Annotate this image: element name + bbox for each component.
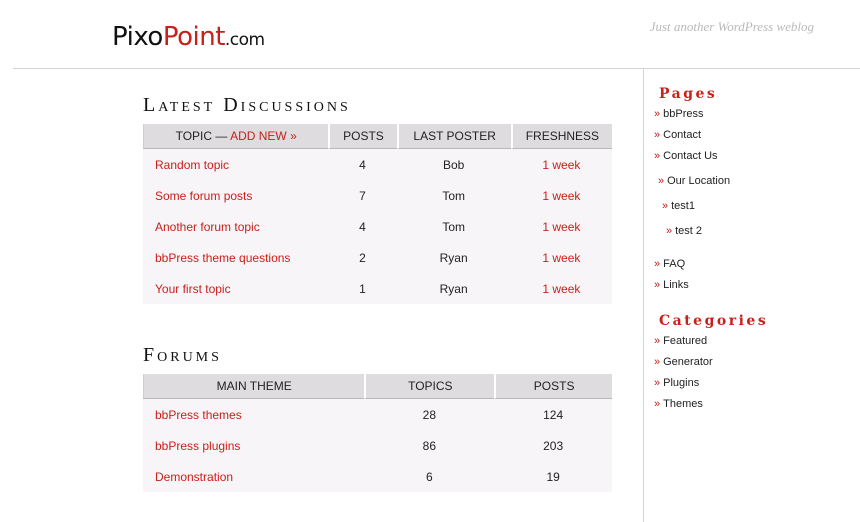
- posts-count: 7: [359, 188, 366, 203]
- last-poster: Bob: [442, 157, 465, 172]
- topic-link[interactable]: Another forum topic: [143, 211, 328, 242]
- logo-point: Point: [162, 22, 226, 52]
- table-row: bbPress plugins 86 203: [143, 430, 612, 461]
- col-topic-header: Topic — Add New »: [143, 124, 329, 149]
- logo-pixo: Pixo: [112, 22, 163, 52]
- col-posts-header: Posts: [328, 124, 397, 149]
- posts-count: 1: [359, 281, 366, 296]
- site-logo[interactable]: PixoPoint.com: [112, 22, 265, 52]
- site-tagline: Just another WordPress weblog: [649, 19, 814, 34]
- posts-count: 4: [359, 219, 366, 234]
- sidebar-item-themes[interactable]: » Themes: [654, 398, 703, 410]
- col-freshness-header: Freshness: [510, 124, 612, 149]
- forum-link[interactable]: bbPress plugins: [143, 430, 364, 461]
- add-new-link[interactable]: Add New »: [230, 129, 297, 143]
- latest-discussions-title: Latest Discussions: [143, 94, 351, 116]
- last-poster: Ryan: [439, 281, 468, 296]
- last-poster: Tom: [442, 188, 465, 203]
- latest-discussions-table: Topic — Add New » Posts Last Poster Fres…: [143, 124, 612, 304]
- topics-count: 86: [422, 438, 436, 453]
- forum-link[interactable]: Demonstration: [143, 461, 364, 492]
- topic-link[interactable]: Your first topic: [143, 273, 328, 304]
- freshness-link[interactable]: 1 week: [511, 180, 612, 211]
- sidebar-item-plugins[interactable]: » Plugins: [654, 377, 699, 389]
- sidebar-item-contact-us[interactable]: » Contact Us: [654, 150, 718, 162]
- table-row: Random topic 4 Bob 1 week: [143, 149, 612, 180]
- col-last-poster-header: Last Poster: [396, 124, 511, 149]
- sidebar-item-featured[interactable]: » Featured: [654, 335, 707, 347]
- posts-count: 203: [543, 438, 564, 453]
- sidebar-item-links[interactable]: » Links: [654, 279, 689, 291]
- table-header-row: Topic — Add New » Posts Last Poster Fres…: [143, 124, 612, 149]
- forums-table: Main Theme Topics Posts bbPress themes 2…: [143, 374, 612, 492]
- logo-dotcom: .com: [224, 30, 265, 50]
- sidebar-item-test1[interactable]: » test1: [662, 200, 695, 212]
- table-row: Another forum topic 4 Tom 1 week: [143, 211, 612, 242]
- posts-count: 124: [543, 407, 564, 422]
- col-topics-header: Topics: [364, 374, 495, 399]
- col-topic-label: Topic —: [175, 129, 228, 143]
- freshness-link[interactable]: 1 week: [511, 242, 612, 273]
- posts-count: 19: [546, 469, 560, 484]
- topic-link[interactable]: bbPress theme questions: [143, 242, 328, 273]
- posts-count: 2: [359, 250, 366, 265]
- table-row: bbPress theme questions 2 Ryan 1 week: [143, 242, 612, 273]
- sidebar-item-generator[interactable]: » Generator: [654, 356, 713, 368]
- sidebar-divider: [643, 69, 644, 522]
- freshness-link[interactable]: 1 week: [511, 273, 612, 304]
- topic-link[interactable]: Random topic: [143, 149, 328, 180]
- forums-title: Forums: [143, 344, 222, 366]
- table-row: bbPress themes 28 124: [143, 399, 612, 430]
- topic-link[interactable]: Some forum posts: [143, 180, 328, 211]
- sidebar-item-our-location[interactable]: » Our Location: [658, 175, 730, 187]
- freshness-link[interactable]: 1 week: [511, 211, 612, 242]
- last-poster: Ryan: [439, 250, 468, 265]
- table-row: Your first topic 1 Ryan 1 week: [143, 273, 612, 304]
- col-main-theme-header: Main Theme: [143, 374, 365, 399]
- sidebar-item-contact[interactable]: » Contact: [654, 129, 701, 141]
- freshness-link[interactable]: 1 week: [511, 149, 612, 180]
- pages-title: Pages: [659, 86, 718, 102]
- topics-count: 6: [425, 469, 433, 484]
- table-row: Some forum posts 7 Tom 1 week: [143, 180, 612, 211]
- posts-count: 4: [359, 157, 366, 172]
- header-divider: [13, 68, 860, 69]
- sidebar-item-bbpress[interactable]: » bbPress: [654, 108, 703, 120]
- table-row: Demonstration 6 19: [143, 461, 612, 492]
- last-poster: Tom: [442, 219, 465, 234]
- col-forum-posts-header: Posts: [494, 374, 612, 399]
- categories-title: Categories: [659, 313, 769, 329]
- forum-link[interactable]: bbPress themes: [143, 399, 364, 430]
- table-header-row: Main Theme Topics Posts: [143, 374, 612, 399]
- sidebar-item-test-2[interactable]: » test 2: [666, 225, 702, 237]
- topics-count: 28: [422, 407, 436, 422]
- sidebar-item-faq[interactable]: » FAQ: [654, 258, 685, 270]
